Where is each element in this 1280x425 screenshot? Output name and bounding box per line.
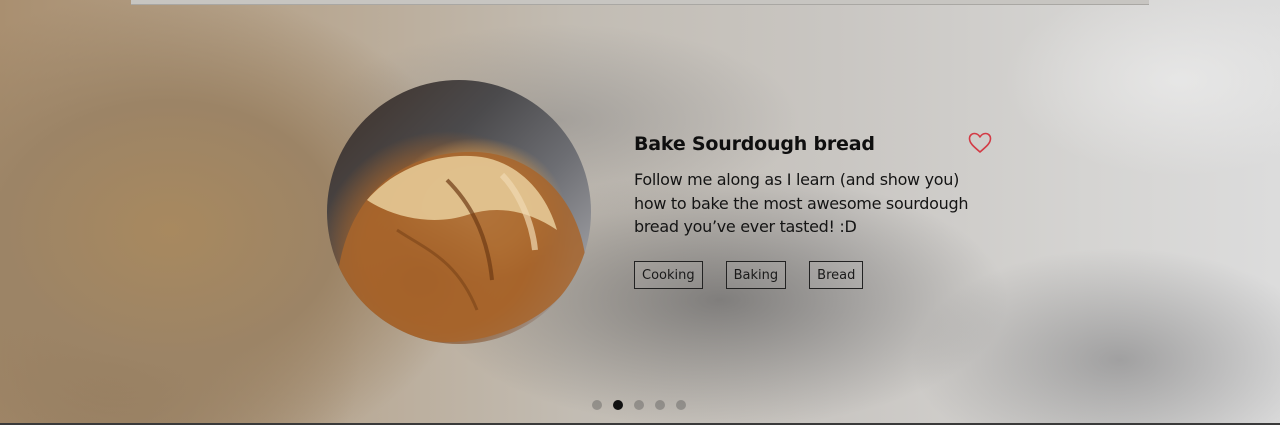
heart-outline-icon[interactable]	[968, 132, 992, 154]
carousel-dot-4[interactable]	[655, 400, 665, 410]
carousel-dot-2[interactable]	[613, 400, 623, 410]
tag-bread[interactable]: Bread	[809, 260, 864, 289]
hero-carousel: Bake Sourdough bread Follow me along as …	[0, 0, 1280, 425]
slide-info: Bake Sourdough bread Follow me along as …	[634, 128, 994, 289]
bread-illustration	[337, 80, 591, 342]
bread-photo	[327, 80, 591, 344]
heart-icon-svg	[968, 132, 992, 153]
carousel-dot-5[interactable]	[676, 400, 686, 410]
tag-cooking[interactable]: Cooking	[634, 260, 703, 289]
slide-title: Bake Sourdough bread	[634, 133, 875, 155]
slide-description: Follow me along as I learn (and show you…	[634, 170, 969, 236]
tag-baking[interactable]: Baking	[725, 260, 787, 289]
carousel-dot-1[interactable]	[592, 400, 602, 410]
carousel-dots	[592, 400, 686, 410]
top-bar	[131, 0, 1149, 5]
tag-list: Cooking Baking Bread	[634, 260, 994, 289]
carousel-dot-3[interactable]	[634, 400, 644, 410]
